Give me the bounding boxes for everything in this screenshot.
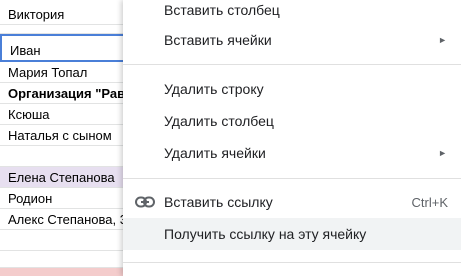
cell-row-10[interactable]: Родион [0,188,130,209]
cell-row-13[interactable] [0,251,130,268]
menu-separator [123,178,461,179]
menu-item-label: Удалить строку [164,81,264,97]
menu-item-label: Удалить ячейки [164,145,266,161]
menu-item-label: Вставить ячейки [164,32,272,48]
link-icon [135,195,157,209]
menu-item-label: Вставить ссылку [164,194,273,210]
cell-row-2[interactable] [0,25,130,34]
submenu-arrow-icon: ► [438,148,447,158]
cell-row-14[interactable] [0,268,130,276]
cell-row-4[interactable]: Мария Топал [0,62,130,83]
context-menu: Вставить столбец Вставить ячейки ► Удали… [123,0,461,276]
menu-item-delete-column[interactable]: Удалить столбец [123,105,461,137]
menu-separator [123,64,461,65]
menu-item-get-cell-link[interactable]: Получить ссылку на эту ячейку [123,218,461,250]
menu-item-label: Получить ссылку на эту ячейку [164,226,367,242]
menu-item-label: Удалить столбец [164,113,274,129]
cell-row-11[interactable]: Алекс Степанова, 3 [0,209,130,230]
cell-row-5[interactable]: Организация "Рав [0,83,130,104]
cell-row-1[interactable]: Виктория [0,0,130,25]
spreadsheet-column: Виктория Иван Мария Топал Организация "Р… [0,0,130,276]
menu-item-delete-row[interactable]: Удалить строку [123,73,461,105]
cell-row-8[interactable] [0,146,130,167]
menu-item-insert-cells[interactable]: Вставить ячейки ► [123,24,461,56]
menu-item-label: Вставить столбец [164,2,280,18]
submenu-arrow-icon: ► [438,35,447,45]
menu-item-insert-column[interactable]: Вставить столбец [123,0,461,26]
shortcut-label: Ctrl+K [411,194,448,210]
cell-row-7[interactable]: Наталья с сыном [0,125,130,146]
cell-row-12[interactable] [0,230,130,251]
cell-selected[interactable]: Иван [0,34,130,62]
menu-item-delete-cells[interactable]: Удалить ячейки ► [123,137,461,169]
cell-row-6[interactable]: Ксюша [0,104,130,125]
cell-row-9[interactable]: Елена Степанова [0,167,130,188]
menu-separator [123,262,461,263]
menu-item-insert-link[interactable]: Вставить ссылку Ctrl+K [123,186,461,218]
